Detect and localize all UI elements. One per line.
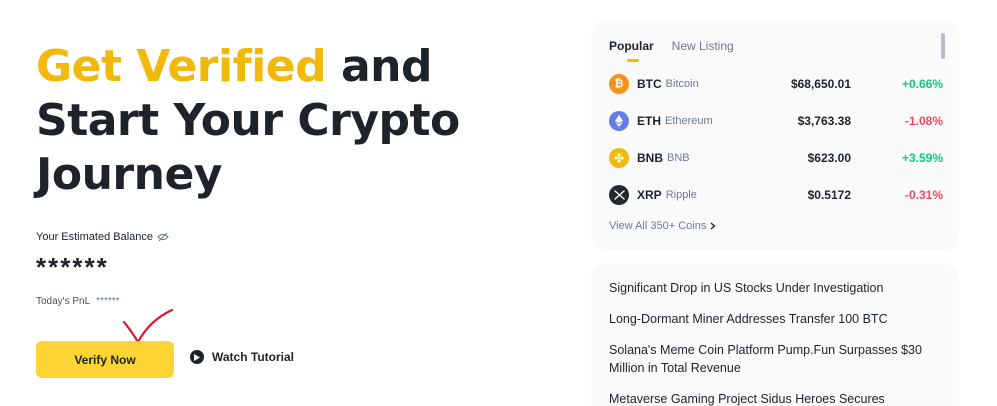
coin-price: $3,763.38	[797, 114, 851, 128]
watch-tutorial-link[interactable]: Watch Tutorial	[190, 350, 294, 364]
coin-symbol: XRP	[637, 188, 662, 202]
coin-row-eth[interactable]: ETH Ethereum $3,763.38 -1.08%	[609, 109, 943, 133]
coin-name: Ethereum	[665, 115, 713, 127]
market-card: Popular New Listing ₿ BTC Bitcoin $68,65…	[591, 21, 959, 250]
coin-row-bnb[interactable]: BNB BNB $623.00 +3.59%	[609, 146, 943, 170]
bitcoin-icon: ₿	[609, 74, 629, 94]
pnl-value: ******	[96, 296, 120, 307]
view-all-label: View All 350+ Coins	[609, 220, 707, 232]
eye-hidden-icon[interactable]	[157, 232, 169, 242]
coin-row-btc[interactable]: ₿ BTC Bitcoin $68,650.01 +0.66%	[609, 72, 943, 96]
coin-price: $68,650.01	[790, 77, 851, 91]
coin-price: $0.5172	[807, 188, 851, 202]
title-accent: Get Verified	[36, 41, 327, 92]
balance-value: ******	[36, 252, 109, 282]
page-title: Get Verified and Start Your Crypto Journ…	[36, 40, 556, 202]
scrollbar[interactable]	[941, 33, 945, 59]
coin-change: -1.08%	[904, 114, 943, 128]
news-item[interactable]: Long-Dormant Miner Addresses Transfer 10…	[609, 310, 939, 328]
coin-price: $623.00	[807, 151, 851, 165]
watch-tutorial-label: Watch Tutorial	[212, 350, 294, 364]
coin-row-xrp[interactable]: XRP Ripple $0.5172 -0.31%	[609, 183, 943, 207]
coin-change: +0.66%	[901, 77, 943, 91]
coin-change: -0.31%	[904, 188, 943, 202]
coin-name: BNB	[667, 152, 690, 164]
balance-label: Your Estimated Balance	[36, 231, 169, 243]
pnl-row: Today's PnL ******	[36, 296, 120, 307]
news-item[interactable]: Metaverse Gaming Project Sidus Heroes Se…	[609, 390, 939, 406]
tab-popular[interactable]: Popular	[609, 39, 654, 62]
title-line-3: Journey	[36, 149, 222, 200]
market-tabs: Popular New Listing	[609, 39, 734, 62]
title-line-2: Start Your Crypto	[36, 95, 460, 146]
coin-symbol: BTC	[637, 77, 662, 91]
title-rest: and	[326, 41, 433, 92]
coin-name: Ripple	[665, 189, 697, 201]
ethereum-icon	[609, 111, 629, 131]
tab-new-listing[interactable]: New Listing	[672, 39, 734, 53]
coin-symbol: BNB	[637, 151, 663, 165]
coin-change: +3.59%	[901, 151, 943, 165]
chevron-right-icon	[710, 222, 716, 230]
coin-name: Bitcoin	[665, 78, 699, 90]
hero-title: Get Verified and Start Your Crypto Journ…	[36, 40, 556, 202]
bnb-icon	[609, 148, 629, 168]
view-all-coins-link[interactable]: View All 350+ Coins	[609, 220, 716, 232]
news-item[interactable]: Significant Drop in US Stocks Under Inve…	[609, 279, 939, 297]
pnl-label: Today's PnL	[36, 296, 91, 307]
balance-label-text: Your Estimated Balance	[36, 231, 153, 243]
news-card: Significant Drop in US Stocks Under Inve…	[591, 263, 959, 406]
play-icon	[190, 350, 204, 364]
coin-symbol: ETH	[637, 114, 661, 128]
news-item[interactable]: Solana's Meme Coin Platform Pump.Fun Sur…	[609, 341, 939, 377]
xrp-icon	[609, 185, 629, 205]
verify-now-button[interactable]: Verify Now	[36, 341, 174, 378]
